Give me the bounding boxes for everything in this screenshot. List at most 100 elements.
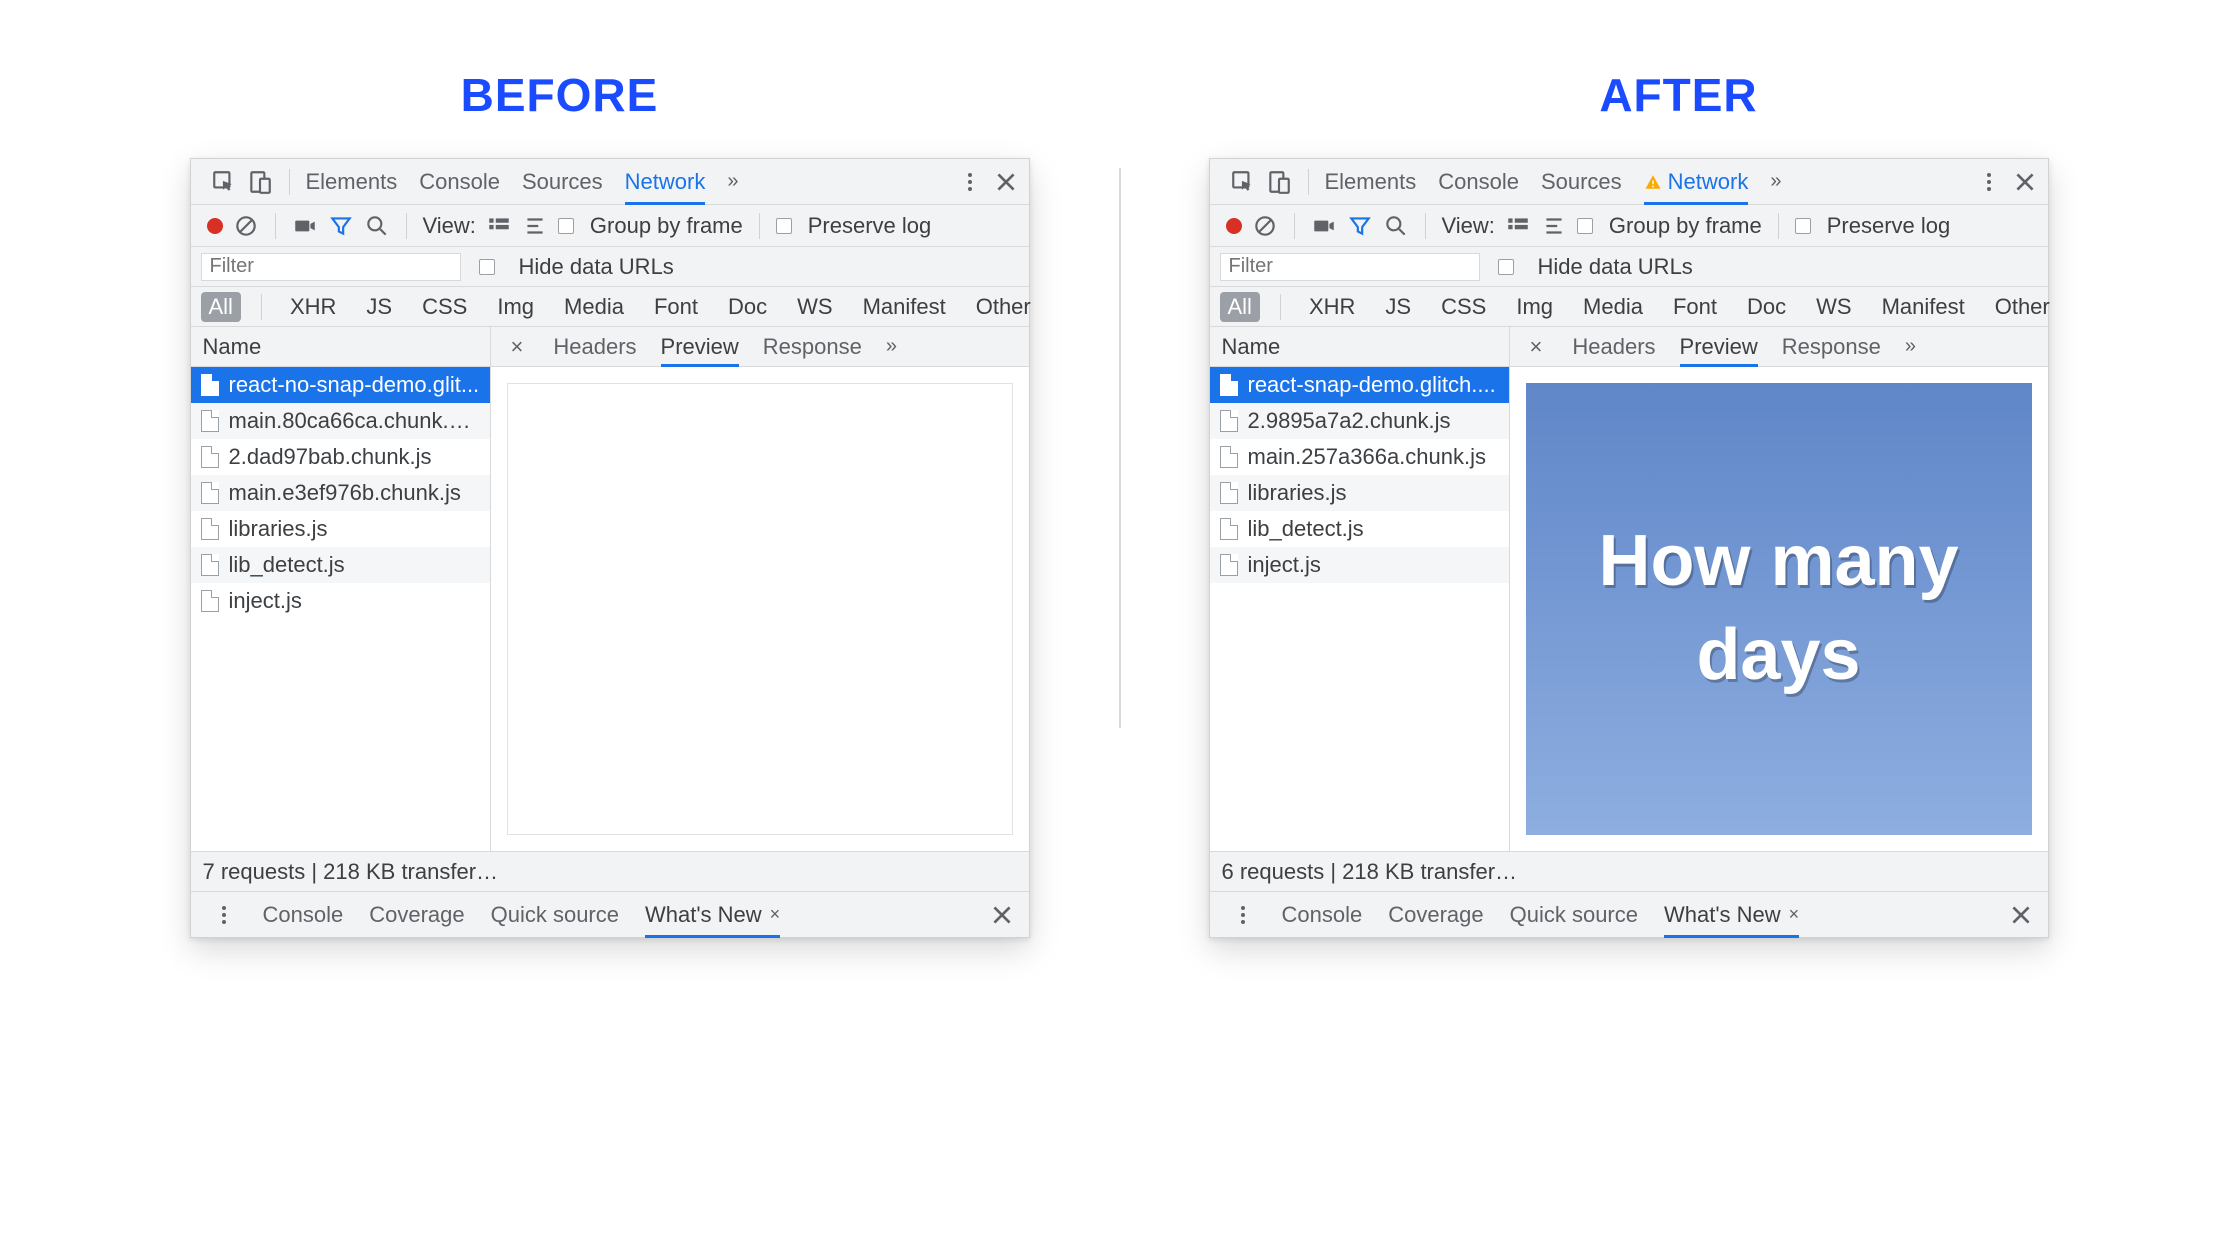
tabs-overflow-icon[interactable]: » (727, 170, 738, 193)
drawer-kebab-icon[interactable] (1230, 902, 1256, 928)
tabs-overflow-icon[interactable]: » (1770, 170, 1781, 193)
hide-data-urls-checkbox[interactable] (1498, 259, 1514, 275)
request-row[interactable]: inject.js (1210, 547, 1509, 583)
clear-icon[interactable] (1252, 213, 1278, 239)
drawer-kebab-icon[interactable] (211, 902, 237, 928)
type-img[interactable]: Img (1508, 292, 1561, 322)
preserve-log-checkbox[interactable] (1795, 218, 1811, 234)
tab-sources[interactable]: Sources (522, 159, 603, 204)
drawer-tab-console[interactable]: Console (263, 892, 344, 937)
detail-overflow-icon[interactable]: » (886, 335, 897, 358)
kebab-icon[interactable] (1976, 169, 2002, 195)
request-row[interactable]: inject.js (191, 583, 490, 619)
type-manifest[interactable]: Manifest (855, 292, 954, 322)
name-column-header[interactable]: Name (1210, 327, 1510, 366)
search-icon[interactable] (1383, 213, 1409, 239)
detail-tab-preview[interactable]: Preview (1680, 327, 1758, 366)
group-by-frame-checkbox[interactable] (558, 218, 574, 234)
drawer-close-icon[interactable] (989, 902, 1015, 928)
request-row[interactable]: lib_detect.js (191, 547, 490, 583)
filter-icon[interactable] (1347, 213, 1373, 239)
type-font[interactable]: Font (646, 292, 706, 322)
group-by-frame-checkbox[interactable] (1577, 218, 1593, 234)
view-small-icon[interactable] (1541, 213, 1567, 239)
type-js[interactable]: JS (358, 292, 400, 322)
inspect-icon[interactable] (1230, 169, 1256, 195)
request-row[interactable]: libraries.js (191, 511, 490, 547)
filter-input[interactable] (201, 253, 461, 281)
request-row[interactable]: main.80ca66ca.chunk.css (191, 403, 490, 439)
type-xhr[interactable]: XHR (282, 292, 344, 322)
drawer-tab-whats-new[interactable]: What's New × (645, 892, 780, 937)
view-large-icon[interactable] (1505, 213, 1531, 239)
view-small-icon[interactable] (522, 213, 548, 239)
request-row[interactable]: lib_detect.js (1210, 511, 1509, 547)
type-media[interactable]: Media (1575, 292, 1651, 322)
request-row[interactable]: react-no-snap-demo.glit... (191, 367, 490, 403)
tab-network[interactable]: Network (1644, 159, 1749, 204)
type-ws[interactable]: WS (789, 292, 840, 322)
close-icon[interactable] (993, 169, 1019, 195)
type-other[interactable]: Other (968, 292, 1039, 322)
drawer-tab-close-icon[interactable]: × (1789, 904, 1800, 925)
detail-tab-headers[interactable]: Headers (553, 327, 636, 366)
type-other[interactable]: Other (1987, 292, 2058, 322)
type-font[interactable]: Font (1665, 292, 1725, 322)
clear-icon[interactable] (233, 213, 259, 239)
device-icon[interactable] (1266, 169, 1292, 195)
request-row[interactable]: libraries.js (1210, 475, 1509, 511)
name-column-header[interactable]: Name (191, 327, 491, 366)
type-media[interactable]: Media (556, 292, 632, 322)
detail-tab-headers[interactable]: Headers (1572, 327, 1655, 366)
tab-console[interactable]: Console (419, 159, 500, 204)
type-img[interactable]: Img (489, 292, 542, 322)
type-css[interactable]: CSS (414, 292, 475, 322)
request-row[interactable]: 2.dad97bab.chunk.js (191, 439, 490, 475)
filter-input[interactable] (1220, 253, 1480, 281)
drawer-tab-coverage[interactable]: Coverage (369, 892, 464, 937)
detail-overflow-icon[interactable]: » (1905, 335, 1916, 358)
record-icon[interactable] (1226, 218, 1242, 234)
type-manifest[interactable]: Manifest (1874, 292, 1973, 322)
kebab-icon[interactable] (957, 169, 983, 195)
request-row[interactable]: main.257a366a.chunk.js (1210, 439, 1509, 475)
request-row[interactable]: main.e3ef976b.chunk.js (191, 475, 490, 511)
drawer-tab-quick-source[interactable]: Quick source (1510, 892, 1638, 937)
request-row[interactable]: react-snap-demo.glitch.... (1210, 367, 1509, 403)
detail-tab-preview[interactable]: Preview (661, 327, 739, 366)
tab-elements[interactable]: Elements (306, 159, 398, 204)
drawer-close-icon[interactable] (2008, 902, 2034, 928)
close-icon[interactable] (2012, 169, 2038, 195)
camera-icon[interactable] (1311, 213, 1337, 239)
drawer-tab-coverage[interactable]: Coverage (1388, 892, 1483, 937)
tab-console[interactable]: Console (1438, 159, 1519, 204)
detail-tab-response[interactable]: Response (763, 327, 862, 366)
drawer-tab-whats-new[interactable]: What's New × (1664, 892, 1799, 937)
inspect-icon[interactable] (211, 169, 237, 195)
type-doc[interactable]: Doc (720, 292, 775, 322)
search-icon[interactable] (364, 213, 390, 239)
drawer-tab-console[interactable]: Console (1282, 892, 1363, 937)
filter-icon[interactable] (328, 213, 354, 239)
type-all[interactable]: All (201, 292, 241, 322)
close-details-icon[interactable]: × (505, 334, 530, 360)
type-all[interactable]: All (1220, 292, 1260, 322)
request-row[interactable]: 2.9895a7a2.chunk.js (1210, 403, 1509, 439)
hide-data-urls-checkbox[interactable] (479, 259, 495, 275)
close-details-icon[interactable]: × (1524, 334, 1549, 360)
tab-elements[interactable]: Elements (1325, 159, 1417, 204)
type-doc[interactable]: Doc (1739, 292, 1794, 322)
tab-sources[interactable]: Sources (1541, 159, 1622, 204)
detail-tab-response[interactable]: Response (1782, 327, 1881, 366)
view-large-icon[interactable] (486, 213, 512, 239)
device-icon[interactable] (247, 169, 273, 195)
type-ws[interactable]: WS (1808, 292, 1859, 322)
record-icon[interactable] (207, 218, 223, 234)
preserve-log-checkbox[interactable] (776, 218, 792, 234)
camera-icon[interactable] (292, 213, 318, 239)
tab-network[interactable]: Network (625, 159, 706, 204)
drawer-tab-close-icon[interactable]: × (770, 904, 781, 925)
type-xhr[interactable]: XHR (1301, 292, 1363, 322)
drawer-tab-quick-source[interactable]: Quick source (491, 892, 619, 937)
type-css[interactable]: CSS (1433, 292, 1494, 322)
